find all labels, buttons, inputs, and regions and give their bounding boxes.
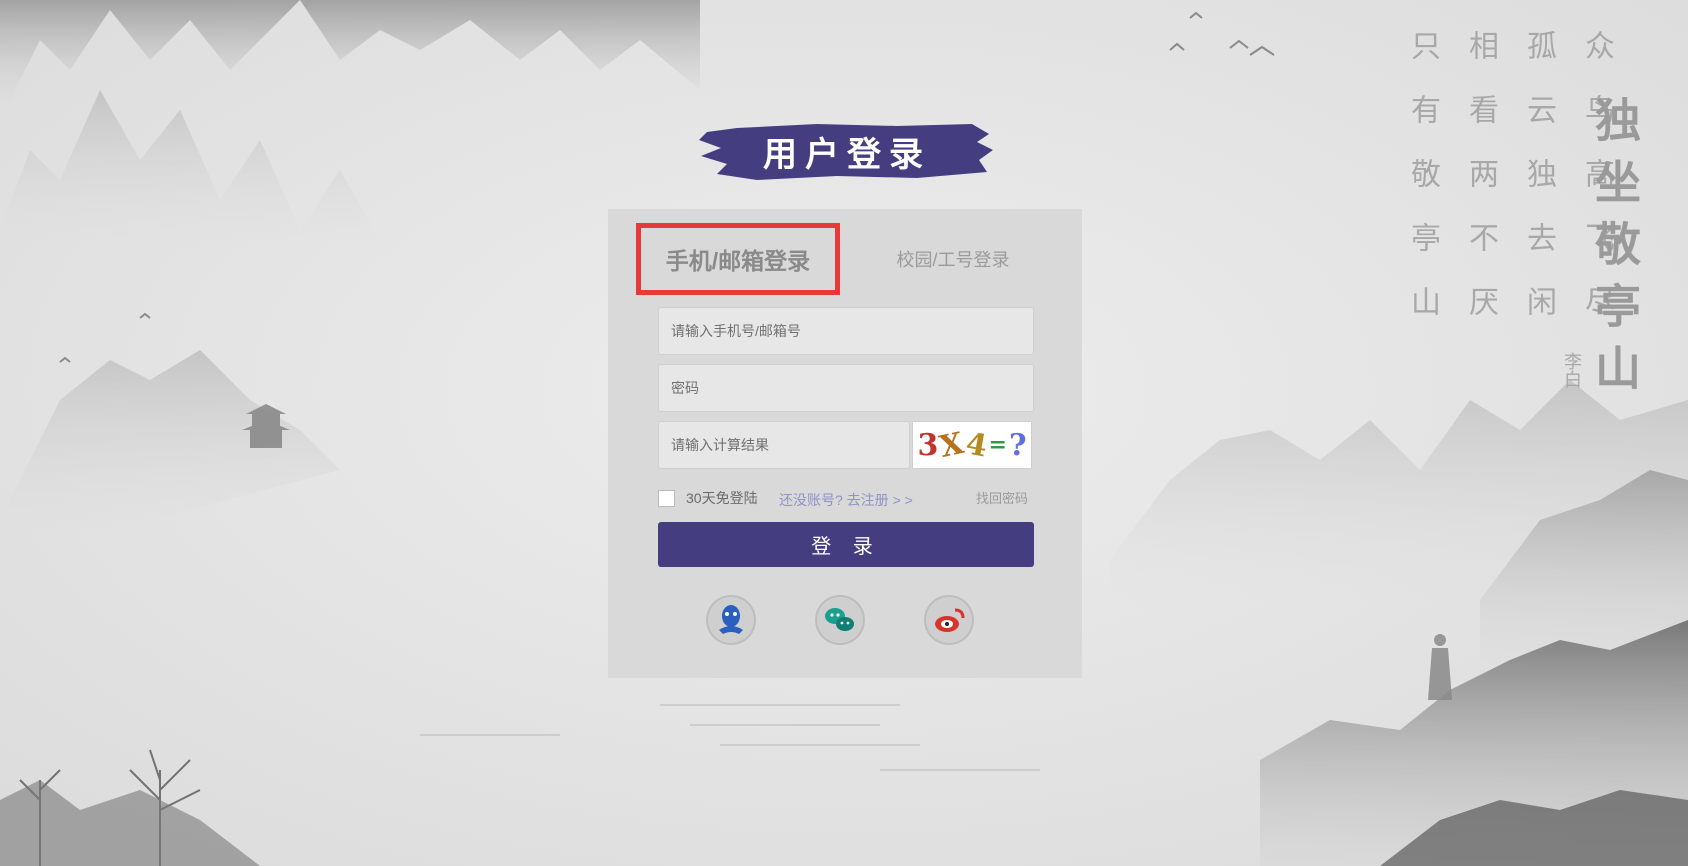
tab-phone-email-login[interactable]: 手机/邮箱登录 bbox=[636, 223, 840, 295]
captcha-char-3: 4 bbox=[962, 425, 990, 465]
wechat-login-button[interactable] bbox=[814, 594, 866, 646]
page-title-banner: 用户登录 bbox=[697, 120, 997, 182]
weibo-icon bbox=[924, 595, 974, 645]
poem-title: 独坐敬亭山 bbox=[1588, 96, 1642, 406]
remember-label: 30天免登陆 bbox=[686, 490, 758, 506]
login-panel: 手机/邮箱登录 校园/工号登录 3 X 4 = ? 30天免登陆 还没账号? 去… bbox=[608, 209, 1082, 678]
remember-me: 30天免登陆 bbox=[658, 488, 758, 508]
page-title: 用户登录 bbox=[763, 134, 931, 175]
captcha-char-5: ? bbox=[1008, 427, 1027, 463]
poem-author: 李白 bbox=[1561, 352, 1582, 388]
register-link[interactable]: 还没账号? 去注册 > > bbox=[779, 490, 913, 510]
weibo-login-button[interactable] bbox=[923, 594, 975, 646]
poem-line-4: 只有敬亭山 bbox=[1405, 30, 1440, 350]
qq-icon bbox=[706, 595, 756, 645]
captcha-input[interactable] bbox=[658, 421, 910, 469]
remember-checkbox[interactable] bbox=[658, 489, 675, 507]
tab-campus-login[interactable]: 校园/工号登录 bbox=[878, 233, 1028, 285]
qq-login-button[interactable] bbox=[705, 594, 757, 646]
wechat-icon bbox=[815, 595, 865, 645]
captcha-char-4: = bbox=[988, 432, 1007, 458]
captcha-char-1: 3 bbox=[917, 427, 939, 463]
account-input[interactable] bbox=[658, 307, 1034, 355]
password-input[interactable] bbox=[658, 364, 1034, 412]
poem-line-3: 相看两不厌 bbox=[1463, 30, 1498, 350]
login-button[interactable]: 登 录 bbox=[658, 522, 1034, 567]
poem-line-2: 孤云独去闲 bbox=[1521, 30, 1556, 350]
captcha-image[interactable]: 3 X 4 = ? bbox=[912, 421, 1032, 469]
forgot-password-link[interactable]: 找回密码 bbox=[976, 488, 1028, 507]
